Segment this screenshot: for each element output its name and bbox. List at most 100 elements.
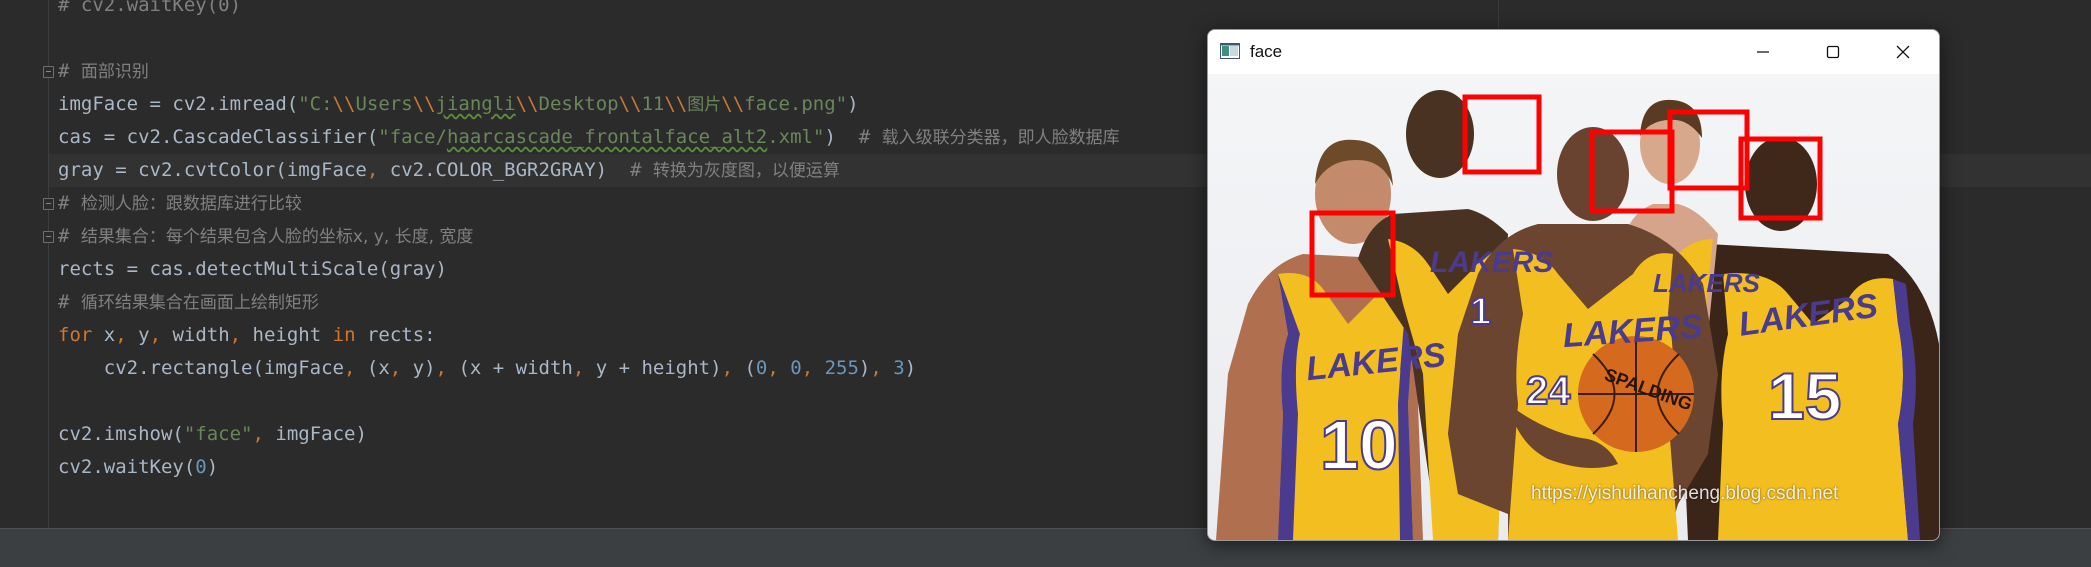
- code-token: rects = cas.detectMultiScale(gray): [58, 258, 447, 280]
- minimize-icon: [1757, 51, 1769, 53]
- maximize-button[interactable]: [1798, 30, 1868, 74]
- code-token: ,: [801, 357, 825, 379]
- code-line[interactable]: # 面部识别: [58, 55, 149, 88]
- code-token: height: [252, 324, 333, 346]
- code-token: rects:: [366, 324, 436, 346]
- code-token: cas = cv2.CascadeClassifier(: [58, 126, 379, 148]
- code-token: \\: [618, 93, 642, 115]
- code-token: "C:: [298, 93, 333, 115]
- code-token: 面部识别: [80, 62, 149, 82]
- code-token: ): [858, 357, 871, 379]
- window-titlebar[interactable]: face: [1208, 30, 1939, 74]
- code-token: gray = cv2.cvtColor(imgFace: [58, 159, 367, 181]
- code-token: \\: [332, 93, 356, 115]
- code-line[interactable]: cv2.rectangle(imgFace, (x, y), (x + widt…: [58, 352, 916, 385]
- code-token: ,: [721, 357, 745, 379]
- code-token: \\: [721, 93, 745, 115]
- code-token: for: [58, 324, 104, 346]
- code-token: .xml": [767, 126, 825, 148]
- code-token: 图片: [687, 95, 722, 115]
- code-token: ,: [389, 357, 413, 379]
- minimize-button[interactable]: [1728, 30, 1798, 74]
- code-token: ,: [870, 357, 894, 379]
- code-token: 255: [824, 357, 859, 379]
- code-token: #: [629, 159, 653, 181]
- code-token: width: [172, 324, 230, 346]
- code-token: #: [58, 60, 81, 82]
- code-token: \\: [515, 93, 539, 115]
- code-line[interactable]: rects = cas.detectMultiScale(gray): [58, 253, 447, 286]
- code-line[interactable]: # 循环结果集合在画面上绘制矩形: [58, 286, 319, 319]
- code-line[interactable]: cv2.waitKey(0): [58, 451, 218, 484]
- code-token: 转换为灰度图，以便运算: [652, 161, 840, 181]
- fold-marker-icon[interactable]: [43, 66, 54, 78]
- code-token: in: [332, 324, 367, 346]
- code-line[interactable]: # 结果集合：每个结果包含人脸的坐标x, y, 长度, 宽度: [58, 220, 473, 253]
- code-token: cv2.waitKey(: [58, 456, 196, 478]
- code-token: ,: [343, 357, 367, 379]
- close-icon: [1896, 45, 1910, 59]
- code-line[interactable]: cv2.imshow("face", imgFace): [58, 418, 367, 451]
- code-token: ,: [366, 159, 390, 181]
- code-line[interactable]: cas = cv2.CascadeClassifier("face/haarca…: [58, 121, 1120, 154]
- code-token: #: [58, 225, 81, 247]
- jersey-number: 10: [1320, 406, 1398, 484]
- code-token: #: [58, 291, 81, 313]
- code-token: face.png": [744, 93, 848, 115]
- code-token: ): [847, 93, 859, 115]
- code-token: cv2.imshow(: [58, 423, 184, 445]
- image-window[interactable]: face LAKERS 10 LAKERS 1 LAKERS 24 LAKERS…: [1207, 29, 1940, 541]
- jersey-number: 15: [1768, 359, 1841, 433]
- code-token: "face/: [378, 126, 447, 148]
- window-title: face: [1250, 42, 1283, 61]
- code-token: Desktop: [538, 93, 619, 115]
- code-token: ,: [115, 324, 139, 346]
- code-token: imgFace = cv2.imread(: [58, 93, 299, 115]
- code-token: cv2.rectangle(imgFace: [58, 357, 344, 379]
- code-token: ,: [252, 423, 276, 445]
- code-token: #: [58, 192, 81, 214]
- code-line[interactable]: for x, y, width, height in rects:: [58, 319, 436, 352]
- code-token: (x + width: [458, 357, 573, 379]
- code-token: 11: [641, 93, 665, 115]
- code-line[interactable]: # cv2.waitKey(0): [58, 0, 241, 22]
- code-token: cv2.COLOR_BGR2GRAY): [389, 159, 630, 181]
- code-token: 载入级联分类器，即人脸数据库: [881, 128, 1120, 148]
- jersey-text: LAKERS: [1653, 268, 1761, 298]
- code-line[interactable]: imgFace = cv2.imread("C:\\Users\\jiangli…: [58, 88, 859, 121]
- code-token: 0: [755, 357, 768, 379]
- watermark-text: https://yishuihancheng.blog.csdn.net: [1531, 483, 1839, 504]
- code-token: ): [206, 456, 219, 478]
- fold-marker-icon[interactable]: [43, 231, 54, 243]
- code-token: ): [824, 126, 859, 148]
- code-token: y + height): [595, 357, 722, 379]
- face-detection-image: LAKERS 10 LAKERS 1 LAKERS 24 LAKERS 15 L…: [1208, 74, 1939, 540]
- code-token: 0: [790, 357, 802, 379]
- code-token: ,: [435, 357, 459, 379]
- code-token: haarcascade_frontalface_alt2: [446, 126, 768, 148]
- jersey-number: 1: [1470, 291, 1491, 333]
- code-token: (: [744, 357, 756, 379]
- close-button[interactable]: [1868, 30, 1938, 74]
- code-token: 检测人脸：跟数据库进行比较: [80, 194, 302, 214]
- code-token: imgFace): [275, 423, 367, 445]
- jersey-text: LAKERS: [1430, 246, 1553, 279]
- code-token: ,: [572, 357, 596, 379]
- code-token: "face": [183, 423, 253, 445]
- code-token: 结果集合：每个结果包含人脸的坐标x, y, 长度, 宽度: [80, 227, 474, 247]
- code-token: ,: [767, 357, 791, 379]
- code-token: 循环结果集合在画面上绘制矩形: [80, 293, 319, 313]
- maximize-icon: [1826, 45, 1840, 59]
- code-token: \\: [412, 93, 436, 115]
- code-token: ,: [149, 324, 173, 346]
- code-token: x: [103, 324, 116, 346]
- code-token: jiangli: [435, 93, 516, 115]
- code-line[interactable]: # 检测人脸：跟数据库进行比较: [58, 187, 302, 220]
- code-token: \\: [664, 93, 688, 115]
- code-token: Users: [355, 93, 413, 115]
- fold-marker-icon[interactable]: [43, 198, 54, 210]
- code-token: (x: [366, 357, 390, 379]
- code-token: y: [138, 324, 150, 346]
- code-token: y): [412, 357, 436, 379]
- jersey-number: 24: [1526, 369, 1571, 413]
